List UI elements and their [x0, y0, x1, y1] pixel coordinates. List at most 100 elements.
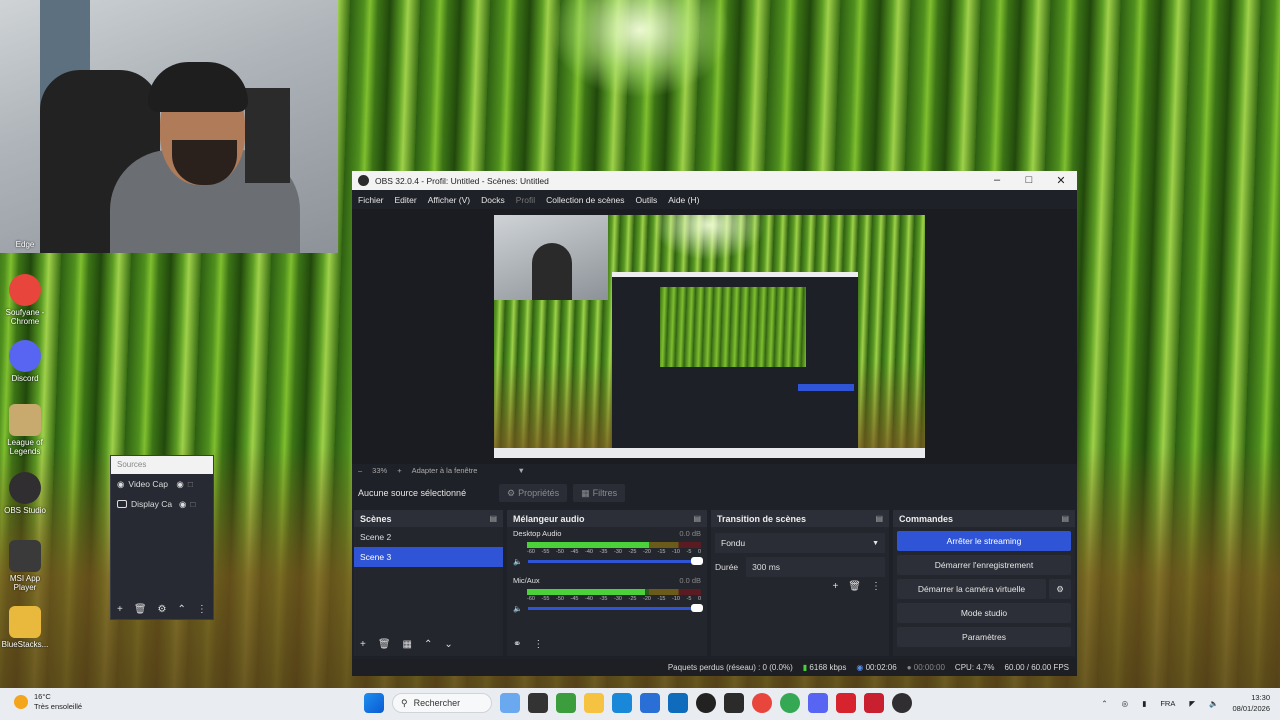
- gear-icon[interactable]: ⚙: [158, 604, 167, 615]
- discord-icon: [9, 340, 41, 372]
- wifi-icon[interactable]: ◤: [1189, 699, 1195, 708]
- discord-icon[interactable]: [808, 693, 828, 713]
- task-view-icon[interactable]: [528, 693, 548, 713]
- more-icon[interactable]: ⋮: [871, 581, 881, 592]
- zoom-in-icon[interactable]: +: [397, 466, 401, 475]
- network-icon[interactable]: ◎: [1122, 699, 1129, 708]
- filters-button[interactable]: ▦ Filtres: [573, 484, 626, 502]
- meter-tick: -15: [657, 549, 666, 555]
- duration-input[interactable]: 300 ms: [746, 557, 885, 577]
- settings-button[interactable]: Paramètres: [897, 627, 1071, 647]
- github-icon[interactable]: [696, 693, 716, 713]
- menu-view[interactable]: Afficher (V): [428, 195, 470, 205]
- bitrate: ▮ 6168 kbps: [803, 663, 847, 672]
- properties-label: Propriétés: [518, 488, 560, 498]
- commands-title: Commandes: [899, 513, 954, 524]
- desktop-shortcut[interactable]: League of Legends: [0, 404, 50, 456]
- start-virtual-camera-button[interactable]: Démarrer la caméra virtuelle: [897, 579, 1046, 599]
- desktop-shortcut[interactable]: BlueStacks...: [0, 606, 50, 649]
- menu-edit[interactable]: Editer: [395, 195, 417, 205]
- filter-icon[interactable]: ▦: [403, 639, 412, 650]
- start-recording-button[interactable]: Démarrer l'enregistrement: [897, 555, 1071, 575]
- zoom-out-icon[interactable]: –: [358, 466, 362, 475]
- desktop-shortcut[interactable]: Edge: [0, 240, 50, 249]
- menu-tools[interactable]: Outils: [636, 195, 658, 205]
- fit-window[interactable]: Adapter à la fenêtre: [412, 466, 478, 475]
- copilot-icon[interactable]: [500, 693, 520, 713]
- menu-docks[interactable]: Docks: [481, 195, 505, 205]
- preview-canvas[interactable]: [494, 215, 925, 458]
- more-icon[interactable]: ⋮: [533, 639, 543, 650]
- apps-icon[interactable]: [556, 693, 576, 713]
- trash-icon[interactable]: 🗑: [134, 604, 147, 615]
- add-icon[interactable]: +: [832, 581, 838, 592]
- speaker-icon[interactable]: 🔈: [513, 557, 522, 566]
- menu-scene-collection[interactable]: Collection de scènes: [546, 195, 624, 205]
- studio-mode-button[interactable]: Mode studio: [897, 603, 1071, 623]
- preview-area[interactable]: [352, 209, 1077, 464]
- desktop-shortcut[interactable]: MSI App Player: [0, 540, 50, 592]
- popout-icon[interactable]: ▤: [693, 514, 701, 523]
- chevron-down-icon[interactable]: ▼: [517, 466, 524, 475]
- source-item[interactable]: Display Ca ◉ □: [111, 494, 213, 514]
- more-icon[interactable]: ⋮: [197, 604, 207, 615]
- up-icon[interactable]: ⌃: [178, 604, 186, 615]
- search-box[interactable]: ⚲ Rechercher: [392, 693, 492, 713]
- source-item[interactable]: ◉ Video Cap ◉ □: [111, 474, 213, 494]
- minimize-icon[interactable]: –: [981, 174, 1013, 187]
- eye-icon[interactable]: ◉: [179, 499, 186, 510]
- popout-icon[interactable]: ▤: [875, 514, 883, 523]
- down-icon[interactable]: ⌄: [444, 639, 452, 650]
- chrome-profile-icon[interactable]: [780, 693, 800, 713]
- menu-file[interactable]: Fichier: [358, 195, 384, 205]
- menu-help[interactable]: Aide (H): [668, 195, 699, 205]
- volume-slider[interactable]: [528, 604, 703, 612]
- speaker-icon[interactable]: 🔈: [513, 604, 522, 613]
- language[interactable]: FRA: [1160, 699, 1175, 708]
- menu-profile[interactable]: Profil: [516, 195, 535, 205]
- scene-item-selected[interactable]: Scene 3: [354, 547, 503, 567]
- volume-slider[interactable]: [528, 557, 703, 565]
- popout-icon[interactable]: ▤: [489, 514, 497, 523]
- up-icon[interactable]: ⌃: [424, 639, 432, 650]
- title-bar[interactable]: OBS 32.0.4 - Profil: Untitled - Scènes: …: [352, 171, 1077, 190]
- virtual-camera-settings-gear-icon[interactable]: ⚙: [1049, 579, 1071, 599]
- eye-icon[interactable]: ◉: [176, 479, 183, 490]
- volume-meter: [527, 589, 701, 595]
- speaker-icon[interactable]: 🔈: [1209, 699, 1218, 708]
- edge-icon[interactable]: [612, 693, 632, 713]
- transition-select[interactable]: Fondu ▼: [715, 533, 885, 553]
- terminal-icon[interactable]: [724, 693, 744, 713]
- obs-icon[interactable]: [892, 693, 912, 713]
- app-red-icon[interactable]: [836, 693, 856, 713]
- properties-button[interactable]: ⚙ Propriétés: [499, 484, 568, 502]
- maximize-icon[interactable]: □: [1013, 174, 1045, 187]
- trash-icon[interactable]: 🗑: [848, 581, 861, 592]
- clock[interactable]: 13:30 08/01/2026: [1232, 692, 1270, 714]
- outlook-icon[interactable]: [668, 693, 688, 713]
- add-icon[interactable]: +: [360, 639, 366, 650]
- obs-window[interactable]: OBS 32.0.4 - Profil: Untitled - Scènes: …: [352, 171, 1077, 676]
- stop-streaming-button[interactable]: Arrêter le streaming: [897, 531, 1071, 551]
- file-explorer-icon[interactable]: [584, 693, 604, 713]
- meter-tick: 0: [697, 596, 701, 602]
- link-icon[interactable]: ⚭: [513, 639, 521, 650]
- lock-icon[interactable]: □: [188, 479, 193, 489]
- start-icon[interactable]: [364, 693, 384, 713]
- desktop-shortcut[interactable]: OBS Studio: [0, 472, 50, 515]
- weather-widget[interactable]: 16°C Très ensoleillé: [14, 692, 82, 712]
- trash-icon[interactable]: 🗑: [378, 639, 391, 650]
- microphone-icon[interactable]: ▮: [1142, 699, 1146, 708]
- chevron-up-icon[interactable]: ⌃: [1101, 699, 1107, 708]
- popout-icon[interactable]: ▤: [1061, 514, 1069, 523]
- add-icon[interactable]: +: [117, 604, 123, 615]
- close-icon[interactable]: ✕: [1045, 174, 1077, 187]
- desktop-shortcut[interactable]: Soufyane - Chrome: [0, 274, 50, 326]
- desktop-shortcut[interactable]: Discord: [0, 340, 50, 383]
- lock-icon[interactable]: □: [190, 499, 195, 509]
- chrome-icon[interactable]: [752, 693, 772, 713]
- app-shield-icon[interactable]: [864, 693, 884, 713]
- sources-dock[interactable]: Sources ◉ Video Cap ◉ □ Display Ca ◉ □ +…: [110, 455, 214, 620]
- scene-item[interactable]: Scene 2: [354, 527, 503, 547]
- store-icon[interactable]: [640, 693, 660, 713]
